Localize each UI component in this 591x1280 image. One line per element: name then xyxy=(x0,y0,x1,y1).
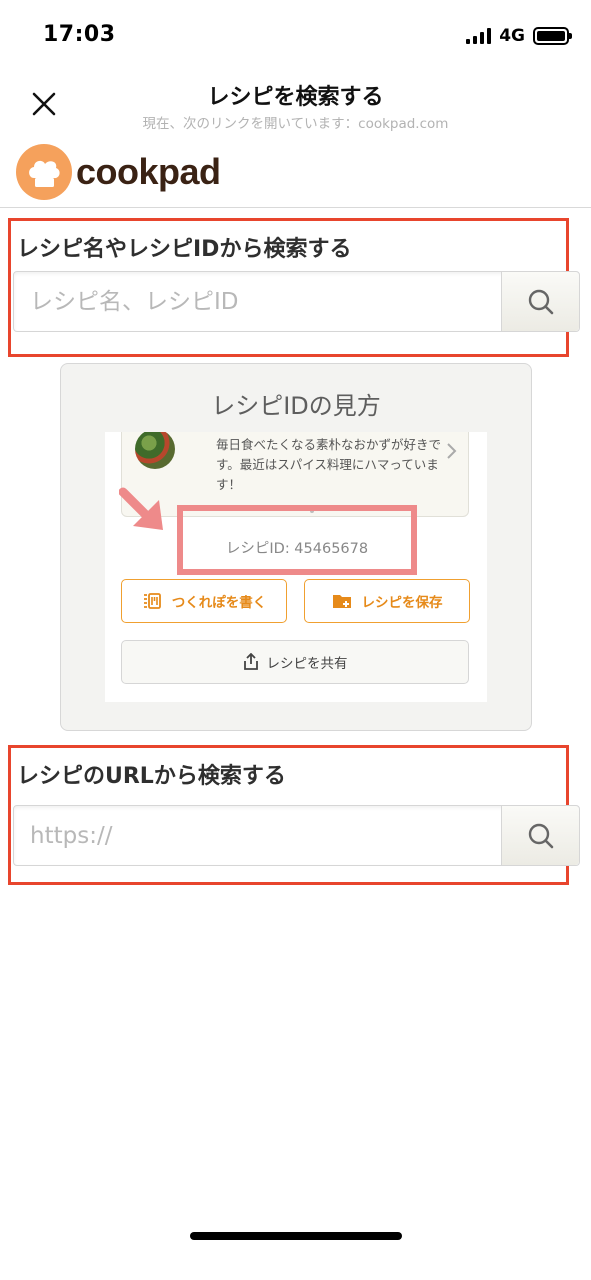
name-search-bar xyxy=(13,271,580,332)
chevron-right-icon xyxy=(447,443,457,459)
search-icon xyxy=(528,289,553,314)
recipe-id-guide: レシピIDの見方 毎日食べたくなる素朴なおかずが好きです。最近はスパイス料理にハ… xyxy=(60,363,532,731)
status-indicators: 4G xyxy=(466,26,572,46)
section-heading-url: レシピのURLから検索する xyxy=(17,764,286,789)
recipe-url-input[interactable] xyxy=(14,806,501,865)
status-bar: 17:03 4G xyxy=(0,0,591,70)
page-title: レシピを検索する xyxy=(207,85,384,110)
network-label: 4G xyxy=(499,26,525,46)
save-recipe-label: レシピを保存 xyxy=(361,595,443,611)
logo-text: cookpad xyxy=(76,151,221,192)
recipe-id-example: レシピID: 45465678 xyxy=(225,541,369,557)
author-photo xyxy=(135,432,175,469)
share-recipe-button: レシピを共有 xyxy=(121,640,469,684)
current-link-text: 現在、次のリンクを開いています：cookpad.com xyxy=(142,116,449,132)
recipe-id-highlight: レシピID: 45465678 xyxy=(177,505,417,575)
pointer-arrow-icon xyxy=(119,487,163,530)
share-recipe-label: レシピを共有 xyxy=(266,656,348,672)
brand-bar: cookpad xyxy=(0,140,591,208)
url-search-button[interactable] xyxy=(501,806,579,865)
status-time: 17:03 xyxy=(43,22,116,47)
search-by-url-section: レシピのURLから検索する xyxy=(8,745,580,885)
name-search-button[interactable] xyxy=(501,272,579,331)
recipe-name-input[interactable] xyxy=(14,272,501,331)
guide-screenshot: 毎日食べたくなる素朴なおかずが好きです。最近はスパイス料理にハマっています！ レ… xyxy=(105,432,487,702)
url-search-bar xyxy=(13,805,580,866)
battery-icon xyxy=(533,27,572,45)
chef-hat-icon xyxy=(16,144,72,200)
author-profile-text: 毎日食べたくなる素朴なおかずが好きです。最近はスパイス料理にハマっています！ xyxy=(216,437,442,492)
section-heading-name: レシピ名やレシピIDから検索する xyxy=(17,237,352,262)
nav-header: レシピを検索する 現在、次のリンクを開いています：cookpad.com xyxy=(0,70,591,138)
search-by-name-section: レシピ名やレシピIDから検索する xyxy=(8,218,580,357)
write-tsukurepo-button: つくれぽを書く xyxy=(121,579,287,623)
share-icon xyxy=(243,653,258,670)
cookpad-logo[interactable]: cookpad xyxy=(16,144,221,200)
home-indicator[interactable] xyxy=(190,1232,402,1240)
search-icon xyxy=(528,823,553,848)
save-recipe-button: レシピを保存 xyxy=(304,579,470,623)
signal-icon xyxy=(466,28,492,44)
guide-title: レシピIDの見方 xyxy=(211,392,381,420)
folder-add-icon xyxy=(332,595,351,608)
tsukurepo-icon xyxy=(143,593,161,609)
write-tsukurepo-label: つくれぽを書く xyxy=(171,595,267,611)
